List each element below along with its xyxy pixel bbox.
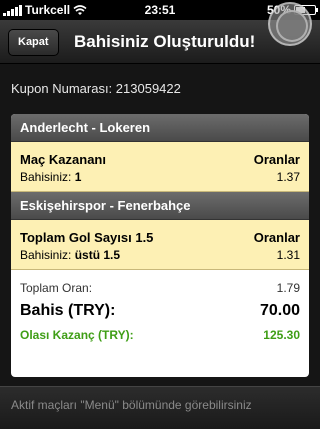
bet-odds: 1.37 (276, 170, 300, 184)
match-header: Anderlecht - Lokeren (11, 114, 309, 142)
bet-row: Toplam Gol Sayısı 1.5 Oranlar Bahisiniz:… (11, 220, 309, 270)
close-button[interactable]: Kapat (8, 29, 59, 56)
potential-win-value: 125.30 (263, 328, 300, 342)
coupon-number-line: Kupon Numarası: 213059422 (11, 81, 181, 96)
stake-value: 70.00 (259, 302, 300, 319)
bet-selection: Bahisiniz: üstü 1.5 (20, 248, 121, 262)
odds-header: Oranlar (253, 230, 300, 245)
coupon-label: Kupon Numarası: (11, 81, 113, 96)
bet-row: Maç Kazananı Oranlar Bahisiniz: 1 1.37 (11, 142, 309, 192)
bet-type: Toplam Gol Sayısı 1.5 (20, 230, 154, 245)
bet-type: Maç Kazananı (20, 152, 106, 167)
bet-slip: Anderlecht - Lokeren Maç Kazananı Oranla… (11, 114, 309, 377)
page-title: Bahisiniz Oluşturuldu! (74, 32, 256, 51)
stake-row: Bahis (TRY): 70.00 (20, 302, 300, 320)
stake-label: Bahis (TRY): (20, 302, 116, 319)
total-odds-label: Toplam Oran: (20, 281, 93, 295)
footer-bar: Aktif maçları "Menü" bölümünde görebilir… (0, 386, 320, 429)
bet-odds: 1.31 (276, 248, 300, 262)
total-odds-value: 1.79 (276, 281, 300, 295)
bet-selection: Bahisiniz: 1 (20, 170, 82, 184)
coupon-number: 213059422 (115, 81, 181, 96)
odds-header: Oranlar (253, 152, 300, 167)
match-header: Eskişehirspor - Fenerbahçe (11, 192, 309, 220)
potential-win-label: Olası Kazanç (TRY): (20, 328, 134, 342)
bet-summary: Toplam Oran: 1.79 Bahis (TRY): 70.00 Ola… (11, 270, 309, 354)
potential-win-row: Olası Kazanç (TRY): 125.30 (20, 328, 300, 342)
total-odds-row: Toplam Oran: 1.79 (20, 281, 300, 295)
footer-hint: Aktif maçları "Menü" bölümünde görebilir… (11, 398, 252, 412)
assistive-touch-icon[interactable] (268, 2, 312, 46)
